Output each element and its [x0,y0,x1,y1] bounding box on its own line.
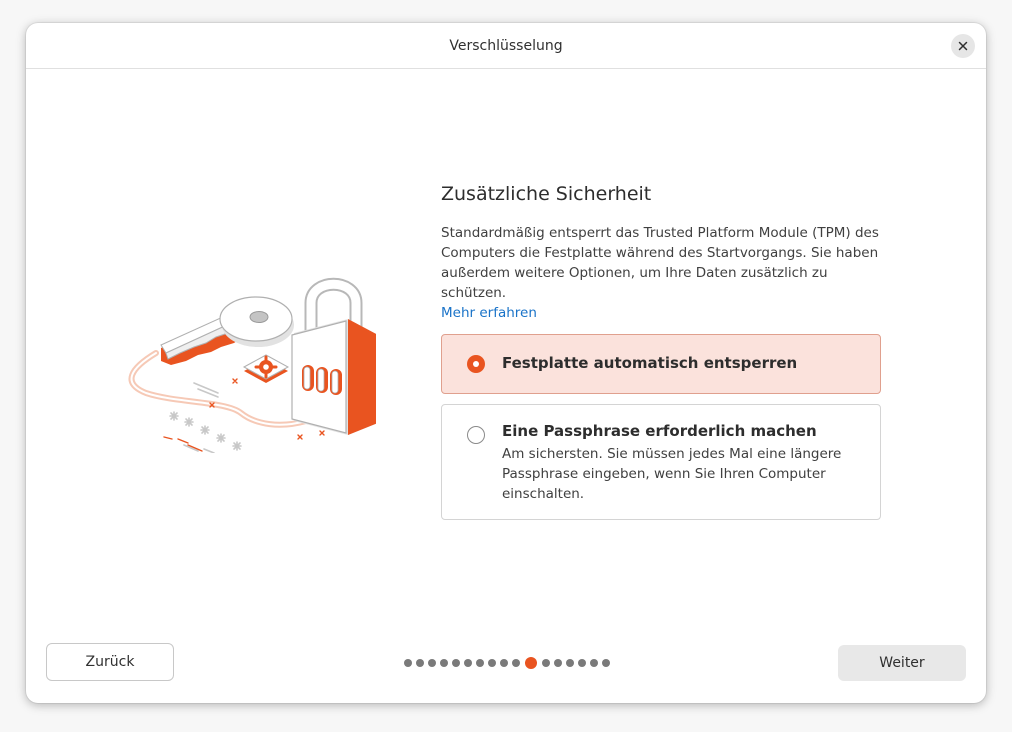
step-dot [578,659,586,667]
option-auto-unlock-title: Festplatte automatisch entsperren [502,354,798,372]
option-passphrase-title: Eine Passphrase erforderlich machen [502,422,817,440]
close-button[interactable] [951,34,975,58]
option-passphrase-description: Am sichersten. Sie müssen jedes Mal eine… [502,446,842,502]
step-dot-current [525,657,537,669]
option-passphrase[interactable]: Eine Passphrase erforderlich machen Am s… [441,404,881,520]
step-dot [554,659,562,667]
step-dot [440,659,448,667]
step-dot [464,659,472,667]
page-description: Standardmäßig entsperrt das Trusted Plat… [441,223,881,323]
step-indicator [404,657,610,669]
installer-window: Verschlüsselung Zusätzliche Sicherheit S… [26,23,986,703]
next-button[interactable]: Weiter [838,645,966,681]
main-content: Zusätzliche Sicherheit Standardmäßig ent… [441,183,881,323]
step-dot [488,659,496,667]
page-title: Zusätzliche Sicherheit [441,183,652,205]
step-dot [566,659,574,667]
back-button[interactable]: Zurück [46,643,174,681]
step-dot [476,659,484,667]
description-text: Standardmäßig entsperrt das Trusted Plat… [441,225,879,301]
window-title: Verschlüsselung [449,37,563,54]
step-dot [602,659,610,667]
radio-passphrase[interactable] [467,426,485,444]
title-bar: Verschlüsselung [26,23,986,69]
step-dot [452,659,460,667]
step-dot [542,659,550,667]
radio-auto-unlock[interactable] [467,355,485,373]
option-auto-unlock[interactable]: Festplatte automatisch entsperren [441,334,881,394]
step-dot [416,659,424,667]
key-and-padlock-illustration [128,277,376,453]
learn-more-link[interactable]: Mehr erfahren [441,305,537,321]
step-dot [590,659,598,667]
step-dot [512,659,520,667]
step-dot [404,659,412,667]
step-dot [428,659,436,667]
close-icon [958,41,968,51]
step-dot [500,659,508,667]
